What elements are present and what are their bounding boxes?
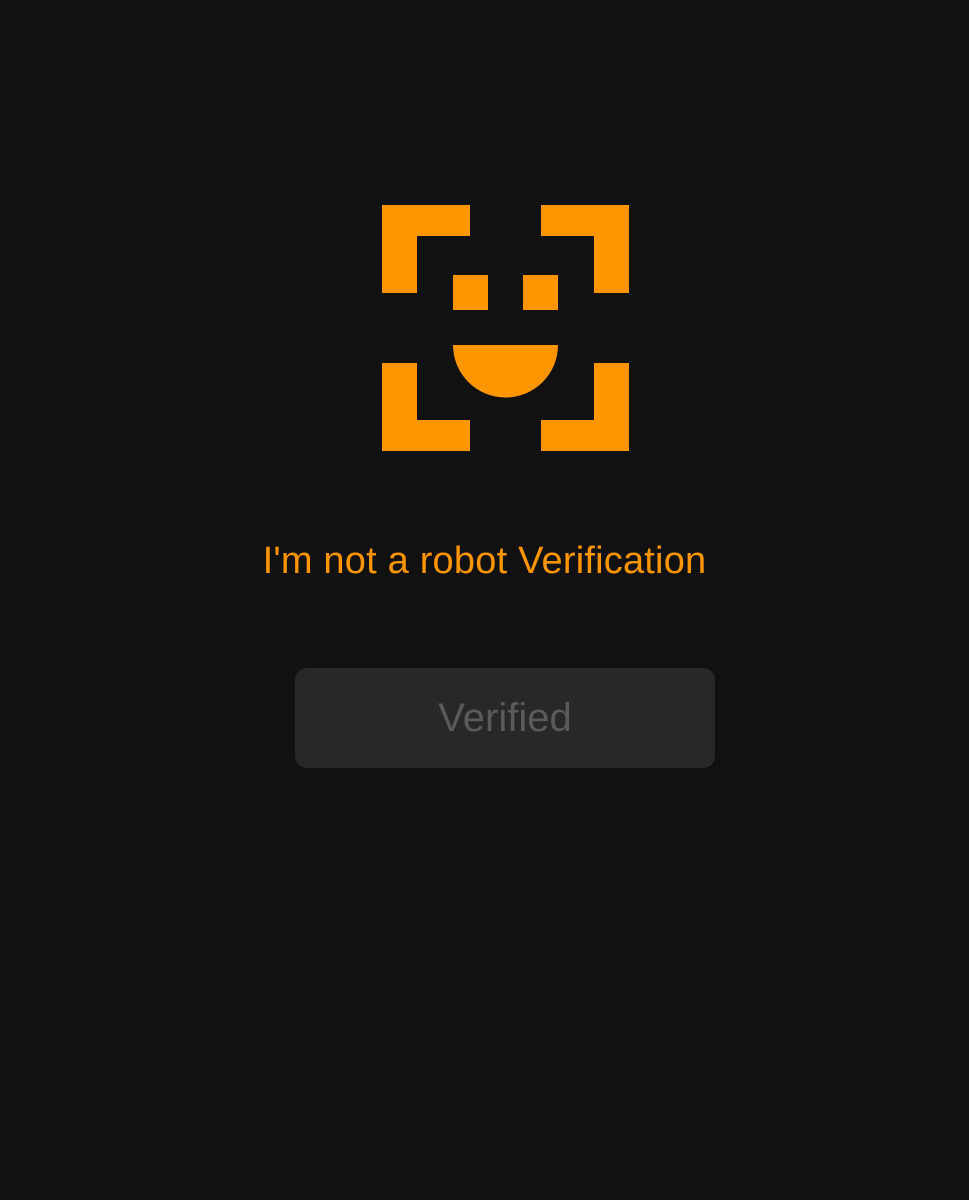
verified-button-label: Verified	[438, 696, 572, 740]
page-title: I'm not a robot Verification	[262, 540, 707, 582]
face-scan-icon	[382, 205, 629, 451]
verified-button[interactable]: Verified	[295, 668, 715, 768]
verification-screen: I'm not a robot Verification Verified	[0, 0, 969, 1200]
